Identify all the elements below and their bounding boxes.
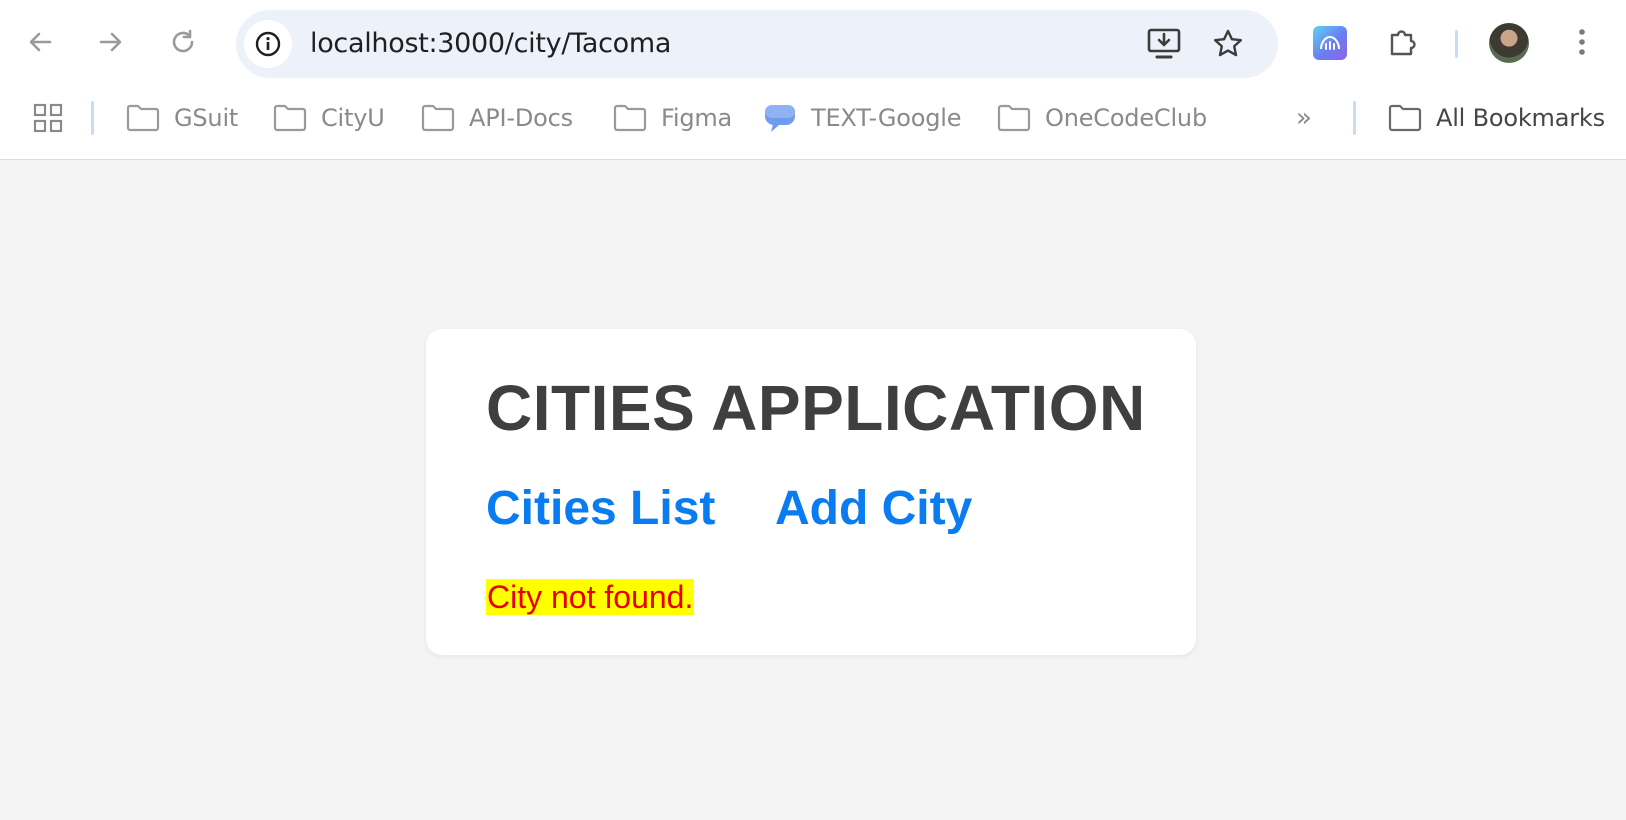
reload-icon	[172, 29, 194, 53]
forward-icon	[99, 32, 122, 52]
reload-button[interactable]	[161, 20, 205, 64]
bookmark-item[interactable]: Figma	[613, 88, 732, 148]
menu-button[interactable]	[1560, 20, 1604, 64]
app-card: CITIES APPLICATION Cities List Add City …	[426, 329, 1196, 655]
toolbar-separator	[1455, 30, 1458, 58]
bookmark-label: OneCodeClub	[1045, 104, 1207, 132]
add-city-link[interactable]: Add City	[775, 481, 972, 536]
install-app-icon	[1147, 28, 1181, 59]
chevrons-right-icon: »	[1296, 103, 1312, 133]
extension-app-icon[interactable]	[1313, 26, 1347, 60]
bookmark-label: Figma	[661, 104, 733, 132]
bookmarks-overflow-button[interactable]: »	[1296, 88, 1312, 148]
folder-icon	[273, 104, 307, 132]
cities-list-link[interactable]: Cities List	[486, 481, 715, 536]
bookmark-label: API-Docs	[469, 104, 573, 132]
apps-grid-icon	[33, 103, 63, 133]
star-icon	[1214, 29, 1242, 57]
back-button[interactable]	[18, 20, 62, 64]
bookmark-star-button[interactable]	[1210, 26, 1246, 62]
bookmark-item[interactable]: TEXT-Google	[763, 88, 961, 148]
bookmark-item[interactable]: CityU	[273, 88, 385, 148]
bookmark-label: CityU	[321, 104, 385, 132]
url-text[interactable]: localhost:3000/city/Tacoma	[310, 10, 671, 78]
bookmark-item[interactable]: API-Docs	[421, 88, 573, 148]
site-info-button[interactable]	[244, 20, 292, 68]
extensions-button[interactable]	[1381, 20, 1425, 64]
install-app-button[interactable]	[1146, 26, 1182, 62]
folder-icon	[997, 104, 1031, 132]
bookmarks-bar: GSuit CityU API-Docs Figma TEXT-Google O…	[0, 88, 1626, 148]
puzzle-icon	[1390, 30, 1416, 56]
bookmark-separator	[91, 101, 94, 135]
folder-icon	[421, 104, 455, 132]
bookmark-label: TEXT-Google	[811, 104, 962, 132]
all-bookmarks-button[interactable]: All Bookmarks	[1388, 88, 1605, 148]
address-bar[interactable]: localhost:3000/city/Tacoma	[236, 10, 1278, 78]
info-icon	[255, 31, 281, 57]
chat-bubble-icon	[765, 105, 795, 132]
back-icon	[29, 32, 52, 52]
browser-chrome: localhost:3000/city/Tacoma GSuit CityU A…	[0, 0, 1626, 160]
browser-toolbar: localhost:3000/city/Tacoma	[0, 0, 1626, 88]
folder-icon	[613, 104, 647, 132]
bookmark-label: GSuit	[174, 104, 239, 132]
forward-button[interactable]	[89, 20, 133, 64]
folder-icon	[1388, 104, 1422, 132]
bookmark-separator	[1353, 101, 1356, 135]
error-message: City not found.	[486, 579, 695, 615]
apps-button[interactable]	[33, 88, 63, 148]
bookmark-item[interactable]: GSuit	[126, 88, 238, 148]
avatar[interactable]	[1489, 23, 1529, 63]
bookmark-item[interactable]: OneCodeClub	[997, 88, 1207, 148]
more-vert-icon	[1579, 29, 1585, 55]
page-title: CITIES APPLICATION	[486, 372, 1146, 444]
all-bookmarks-label: All Bookmarks	[1436, 104, 1605, 132]
folder-icon	[126, 104, 160, 132]
